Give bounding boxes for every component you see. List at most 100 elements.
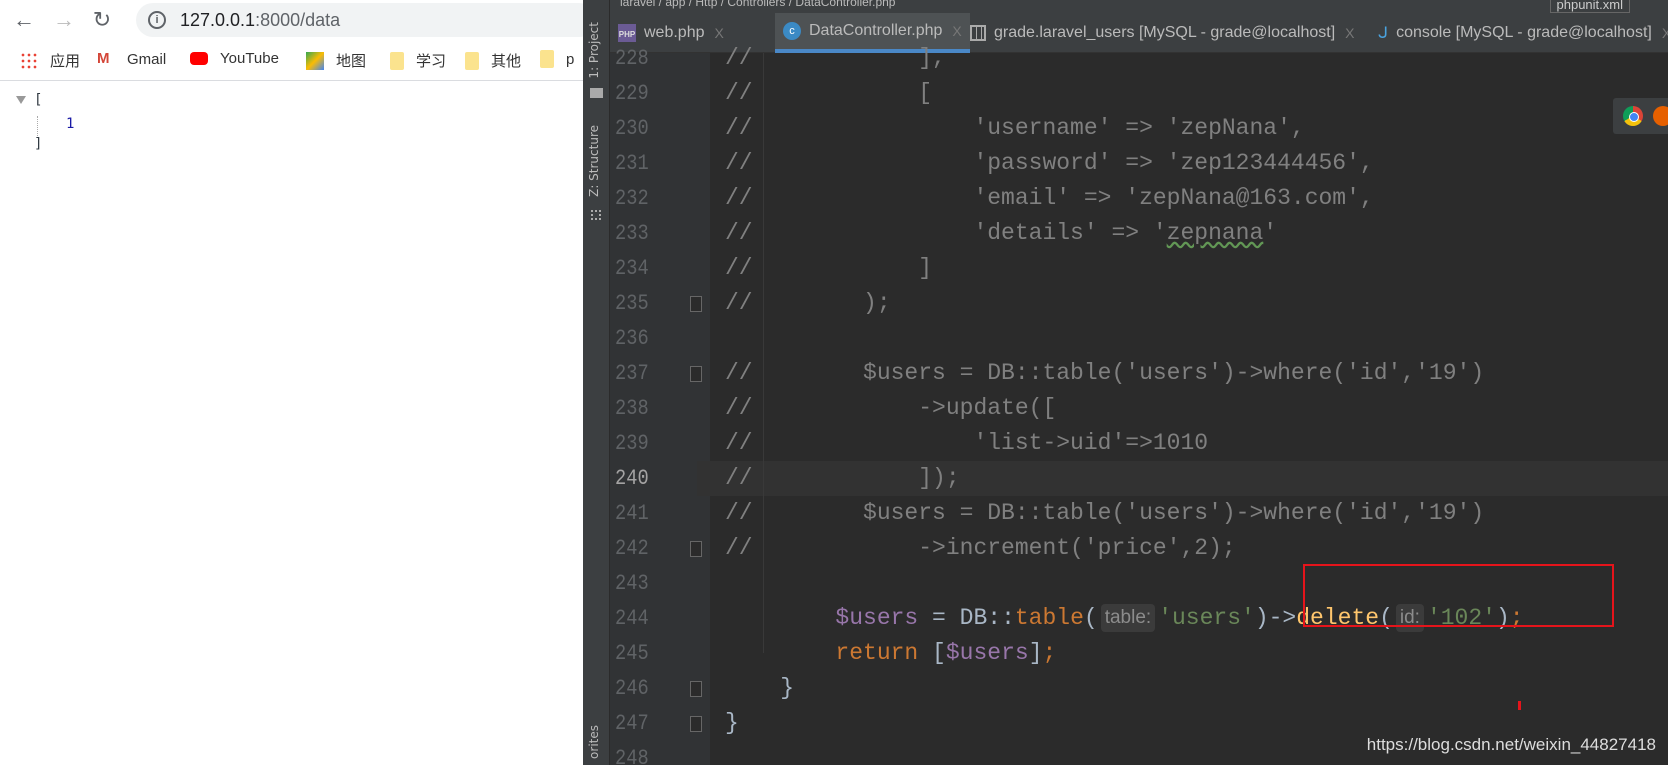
code-text: return [$users]; [725, 636, 1056, 671]
line-number: 234 [615, 256, 649, 281]
structure-tool-button[interactable]: Z: Structure [587, 125, 601, 197]
url-path: :8000/data [255, 10, 341, 30]
favorites-tool-button[interactable]: orites [587, 725, 601, 759]
close-tab-icon[interactable]: X [952, 23, 961, 39]
code-text: // [ [725, 76, 932, 111]
parameter-hint: table: [1100, 604, 1156, 632]
bookmark-5[interactable]: 其他 [465, 50, 521, 71]
code-token: // ], [725, 45, 946, 71]
line-number: 245 [615, 641, 649, 666]
mysql-console-icon: ᒍ [1378, 25, 1389, 42]
bookmark-label: 学习 [416, 53, 447, 70]
php-file-icon: PHP [618, 24, 636, 42]
line-number: 231 [615, 151, 649, 176]
breadcrumb-path[interactable]: laravel / app / Http / Controllers / Dat… [620, 0, 895, 9]
forward-button[interactable]: → [50, 6, 78, 34]
code-token: } [725, 710, 739, 736]
php-class-icon: c [783, 22, 801, 40]
back-button[interactable]: ← [10, 6, 38, 34]
code-token: ( [1083, 605, 1098, 631]
reload-button[interactable]: ↻ [88, 6, 116, 34]
code-token: ; [1042, 640, 1057, 666]
line-number: 240 [615, 466, 649, 491]
line-number: 243 [615, 571, 649, 596]
line-number: 232 [615, 186, 649, 211]
red-marker [1518, 701, 1521, 710]
bookmark-0[interactable]: 应用 [20, 50, 80, 71]
open-in-browser-popup [1613, 98, 1668, 134]
code-editor[interactable]: 228 // ], 229 // [230 // 'username' => 'zepN… [610, 45, 1668, 765]
json-value: 1 [66, 116, 75, 132]
url-text: 127.0.0.1:8000/data [180, 10, 340, 31]
close-tab-icon[interactable]: X [715, 25, 724, 41]
folder-icon [590, 88, 603, 98]
apps-grid-icon [20, 51, 38, 70]
project-tool-button[interactable]: 1: Project [587, 22, 601, 79]
navigation-breadcrumb: laravel / app / Http / Controllers / Dat… [610, 0, 1668, 13]
fold-marker-icon[interactable] [690, 716, 702, 732]
table-icon [970, 25, 986, 41]
folder-icon [465, 51, 479, 70]
line-number: 246 [615, 676, 649, 701]
line-number: 233 [615, 221, 649, 246]
bookmark-2[interactable]: YouTube [190, 50, 279, 67]
bookmark-6[interactable]: p [540, 50, 574, 68]
youtube-icon [190, 52, 208, 65]
fold-marker-icon[interactable] [690, 681, 702, 697]
code-text: // ]); [725, 461, 960, 496]
line-number: 247 [615, 711, 649, 736]
code-text: // 'password' => 'zep123444456', [725, 146, 1374, 181]
code-token: // 'username' => 'zepNana', [725, 115, 1305, 141]
bookmark-label: Gmail [127, 50, 167, 68]
line-number: 241 [615, 501, 649, 526]
code-token: // 'details' => ' [725, 220, 1167, 246]
fold-marker-icon[interactable] [690, 296, 702, 312]
fold-marker-icon[interactable] [690, 366, 702, 382]
bookmark-label: p [566, 50, 575, 68]
code-token: // $users = DB::table('users')->where('i… [725, 360, 1485, 386]
code-token: // $users = DB::table('users')->where('i… [725, 500, 1485, 526]
json-open-bracket: [ [34, 92, 43, 108]
firefox-icon[interactable] [1653, 106, 1668, 126]
run-config-phpunit[interactable]: phpunit.xml [1549, 0, 1630, 13]
line-number: 242 [615, 536, 649, 561]
address-bar[interactable]: i 127.0.0.1:8000/data [136, 3, 596, 37]
indent-guide [37, 116, 38, 136]
bookmark-1[interactable]: M Gmail [97, 50, 166, 68]
line-number: 237 [615, 361, 649, 386]
code-token: return [835, 640, 919, 666]
watermark: https://blog.csdn.net/weixin_44827418 [1366, 735, 1656, 754]
line-number: 228 [615, 46, 649, 71]
code-text: // ->update([ [725, 391, 1056, 426]
json-close-bracket: ] [34, 136, 43, 152]
code-token: [ [918, 640, 946, 666]
highlight-box [1303, 564, 1614, 627]
code-token: // ->update([ [725, 395, 1057, 421]
code-token: table [1014, 605, 1084, 631]
bookmark-4[interactable]: 学习 [390, 50, 446, 71]
close-tab-icon[interactable]: X [1345, 25, 1354, 41]
bookmark-3[interactable]: 地图 [306, 50, 366, 71]
folder-icon [540, 50, 554, 68]
chrome-icon[interactable] [1623, 106, 1643, 126]
close-tab-icon[interactable]: X [1662, 25, 1668, 41]
line-number: 238 [615, 396, 649, 421]
code-text: // $users = DB::table('users')->where('i… [725, 496, 1484, 531]
browser-toolbar: ← → ↻ i 127.0.0.1:8000/data [0, 0, 596, 40]
info-icon[interactable]: i [148, 11, 166, 29]
code-token: // 'list->uid'=>1010 [725, 430, 1209, 456]
tool-window-strip: 1: Project Z: Structure orites [583, 0, 610, 765]
code-token: ] [1028, 640, 1043, 666]
bookmark-label: 地图 [336, 53, 367, 70]
collapse-triangle-icon[interactable] [16, 96, 26, 104]
code-token: ' [1263, 220, 1278, 246]
code-text: } [725, 671, 794, 706]
line-number: 229 [615, 81, 649, 106]
bookmark-label: 应用 [50, 53, 81, 70]
code-token: // ->increment('price',2); [725, 535, 1236, 561]
line-number: 239 [615, 431, 649, 456]
code-text: // ] [725, 251, 932, 286]
fold-marker-icon[interactable] [690, 541, 702, 557]
